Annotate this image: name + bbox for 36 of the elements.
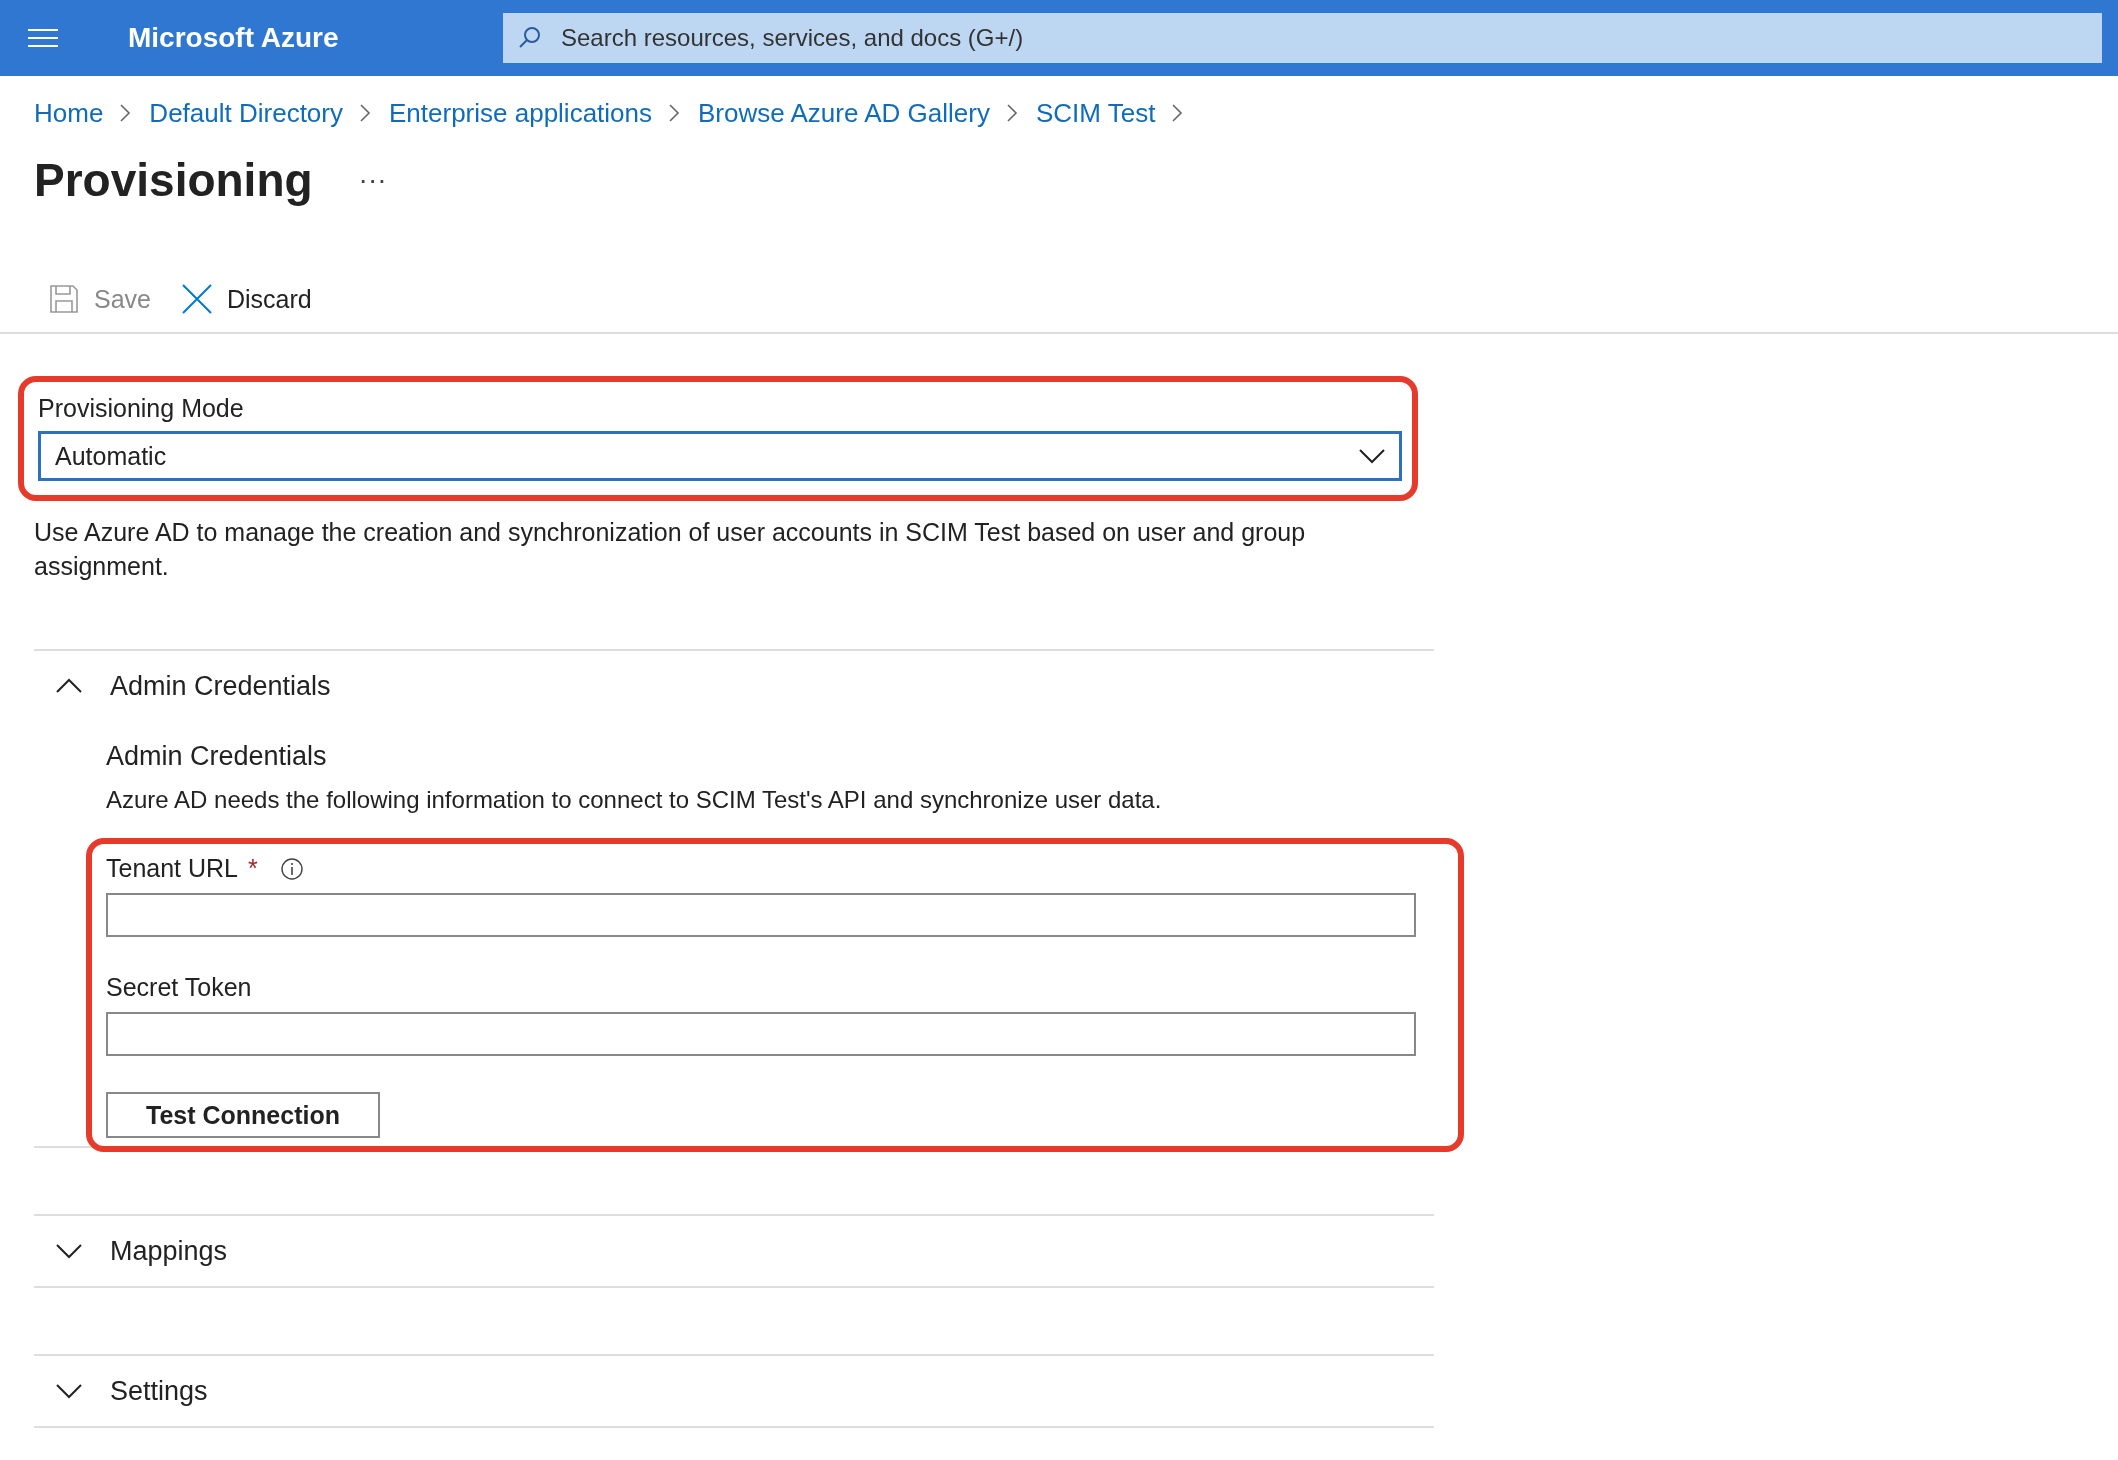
chevron-right-icon xyxy=(1005,103,1018,123)
mode-dropdown[interactable]: Automatic xyxy=(38,431,1402,481)
toolbar-button[interactable]: Discard xyxy=(181,283,312,315)
input-field[interactable] xyxy=(106,893,1416,937)
chevron-right-icon xyxy=(119,103,132,123)
breadcrumb-link[interactable]: Home xyxy=(34,97,104,129)
chevron-up-icon xyxy=(56,678,82,694)
more-button[interactable]: ··· xyxy=(352,164,393,196)
info-icon[interactable] xyxy=(279,856,304,881)
breadcrumb-link[interactable]: Default Directory xyxy=(149,97,343,129)
chevron-right-icon xyxy=(668,103,681,123)
section-subtitle: Admin Credentials xyxy=(106,741,328,772)
page-title: Provisioning xyxy=(34,153,313,207)
search-field[interactable]: Search resources, services, and docs (G+/) xyxy=(503,13,2102,63)
breadcrumb-link[interactable]: Browse Azure AD Gallery xyxy=(698,97,990,129)
field-label: Secret Token xyxy=(106,973,252,1002)
required-mark: * xyxy=(248,854,258,883)
brand-name[interactable]: Microsoft Azure xyxy=(128,22,503,54)
section-header[interactable]: Mappings xyxy=(34,1216,228,1286)
chevron-down-icon xyxy=(56,1383,82,1399)
breadcrumb-link[interactable]: SCIM Test xyxy=(1035,97,1156,129)
field-label: Provisioning Mode xyxy=(38,394,245,423)
section-description: Azure AD needs the following information to connect to SCIM Test's API and synchronize user data. xyxy=(106,786,1163,814)
input-field[interactable] xyxy=(106,1012,1416,1056)
test-connection-button[interactable]: Test Connection xyxy=(106,1092,380,1138)
chevron-right-icon xyxy=(1171,103,1184,123)
breadcrumb-link[interactable]: Enterprise applications xyxy=(389,97,653,129)
chevron-down-icon xyxy=(56,1243,82,1259)
section-header[interactable]: Admin Credentials xyxy=(34,651,331,721)
chevron-right-icon xyxy=(359,103,371,123)
chevron-down-icon xyxy=(1359,448,1385,464)
field-label: Tenant URL xyxy=(106,854,239,883)
close-icon xyxy=(181,283,213,315)
menu-icon[interactable] xyxy=(28,28,58,48)
mode-description: Use Azure AD to manage the creation and synchronization of user accounts in SCIM Test based on user and group assignment. xyxy=(34,517,1307,582)
section-header[interactable]: Settings xyxy=(34,1356,208,1426)
